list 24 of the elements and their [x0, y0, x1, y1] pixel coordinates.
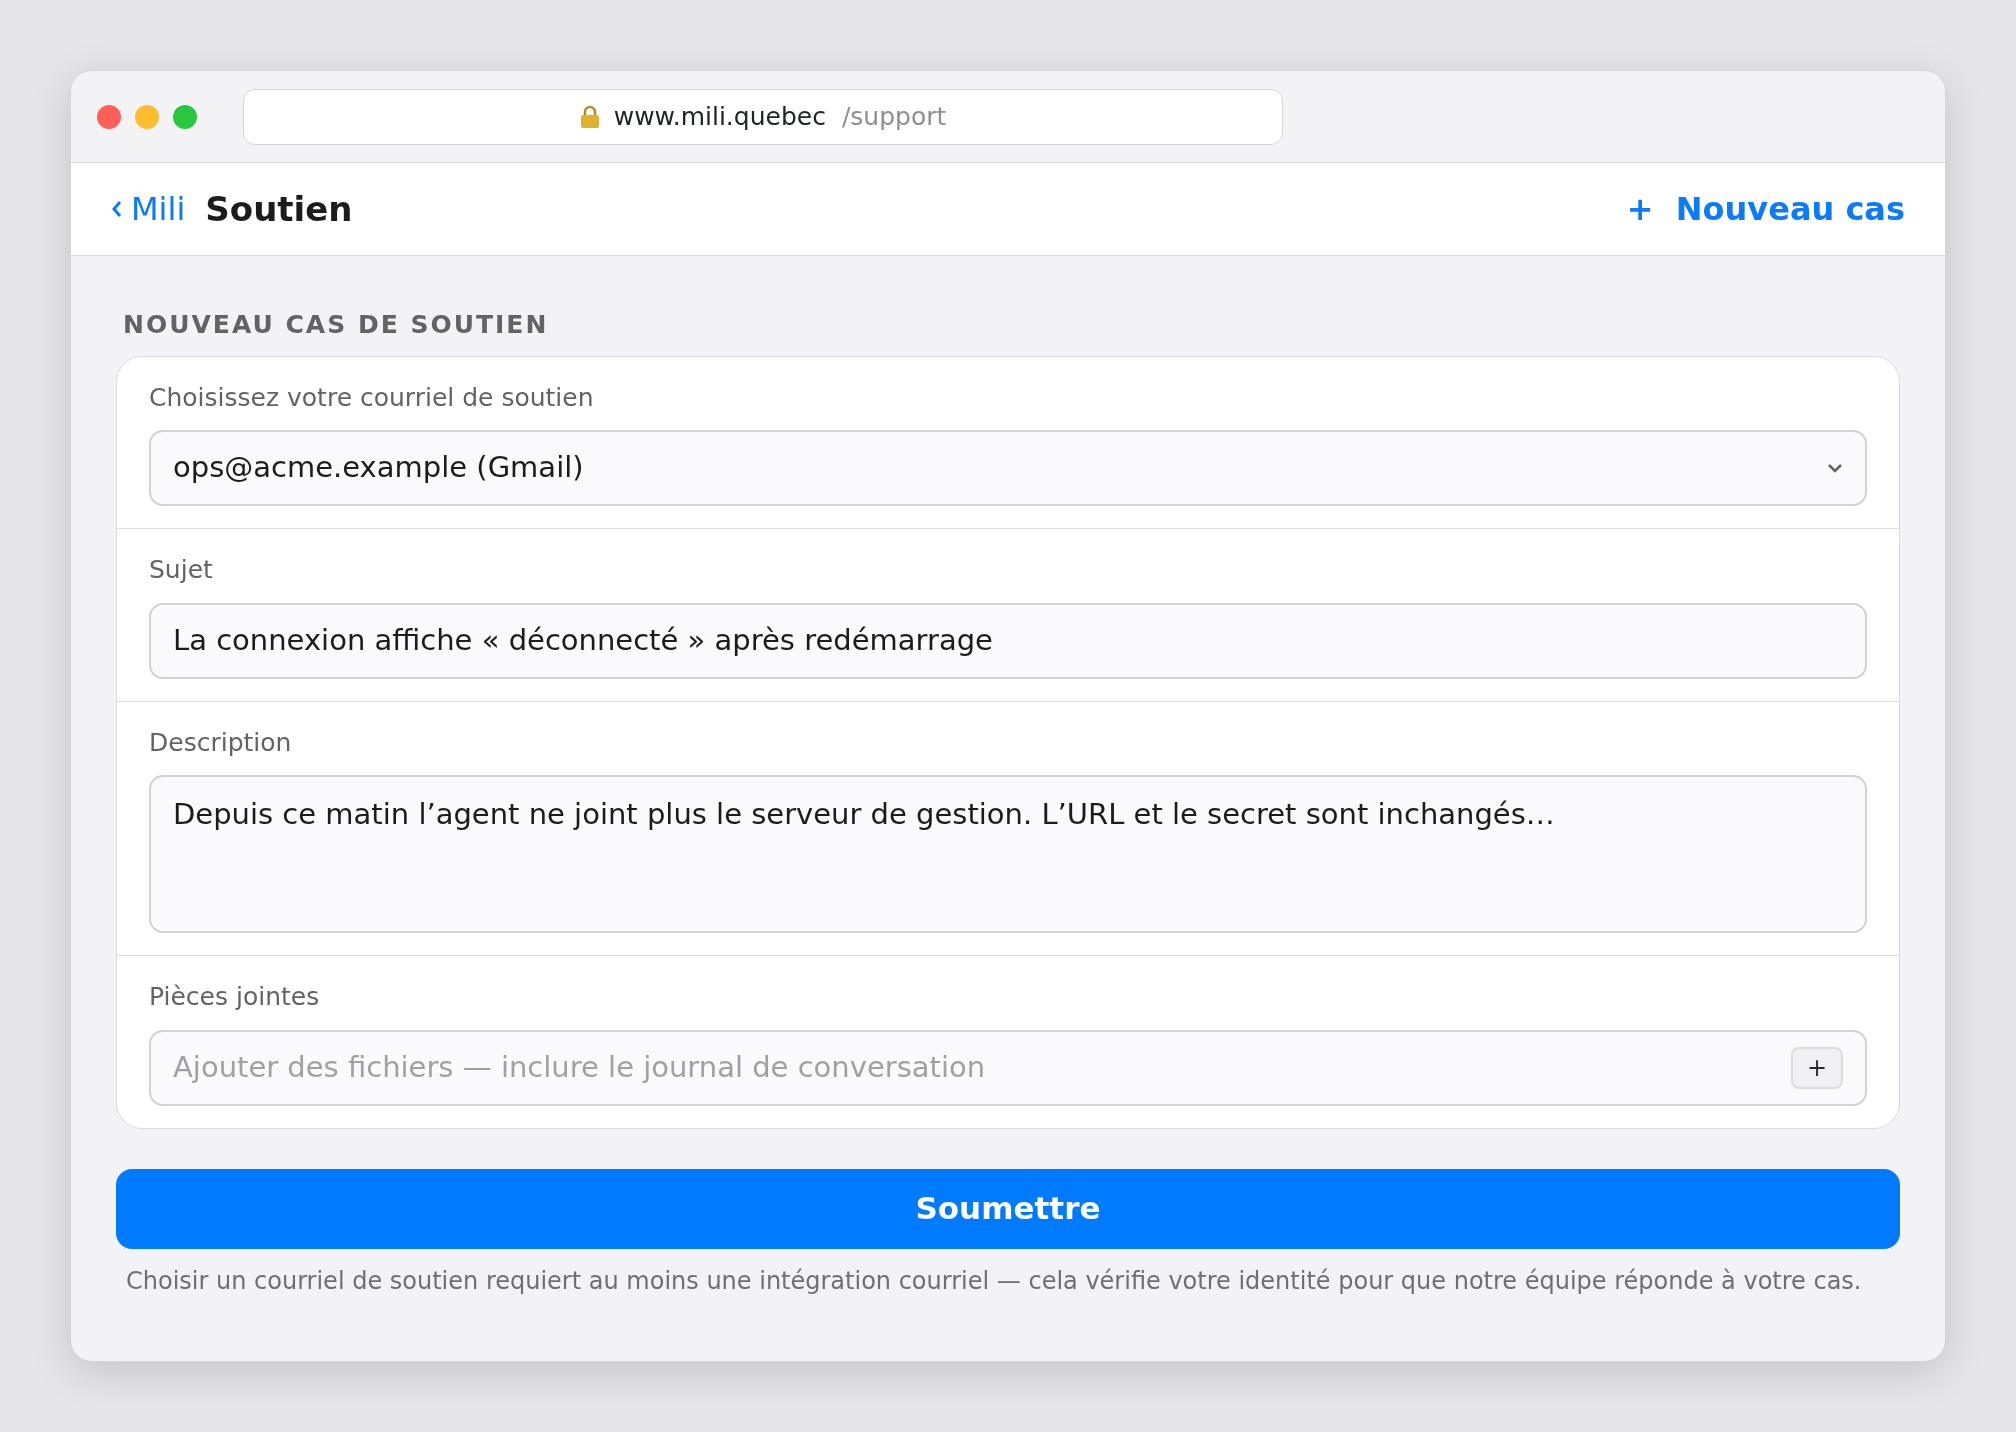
footnote: Choisir un courriel de soutien requiert au moins une intégration courriel — cela vérifie votre identité pour que notre équipe réponde à votre cas. — [126, 1265, 1863, 1297]
url-host: www.mili.quebec — [613, 101, 826, 131]
zoom-dot[interactable] — [173, 104, 197, 129]
new-case-link[interactable]: + Nouveau cas — [1626, 185, 1905, 233]
add-file-button[interactable]: + — [1791, 1046, 1843, 1089]
chevron-down-icon — [1827, 463, 1843, 473]
email-select[interactable]: ops@acme.example (Gmail) — [149, 430, 1867, 506]
field-label: Choisissez votre courriel de soutien — [149, 381, 595, 414]
field-label: Pièces jointes — [149, 981, 321, 1013]
address-bar[interactable]: www.mili.quebec /support — [243, 88, 1283, 145]
url-path: /support — [841, 101, 947, 131]
submit-button[interactable]: Soumettre — [116, 1168, 1900, 1249]
minimize-dot[interactable] — [135, 104, 159, 129]
description-field[interactable]: Depuis ce matin l’agent ne joint plus le serveur de gestion. L’URL et le secret sont inchangés… — [149, 775, 1867, 933]
page-title: Soutien — [205, 187, 353, 231]
back-link[interactable]: Mili — [111, 185, 186, 233]
lock-icon — [579, 104, 600, 129]
close-dot[interactable] — [97, 104, 121, 129]
section-title: NOUVEAU CAS DE SOUTIEN — [123, 309, 550, 341]
field-label: Sujet — [149, 554, 214, 586]
chevron-left-icon — [111, 199, 123, 219]
attachments-field[interactable]: Ajouter des fichiers — inclure le journal de conversation + — [149, 1029, 1867, 1106]
field-label: Description — [149, 726, 293, 759]
subject-field[interactable]: La connexion affiche « déconnecté » après redémarrage — [149, 602, 1867, 679]
